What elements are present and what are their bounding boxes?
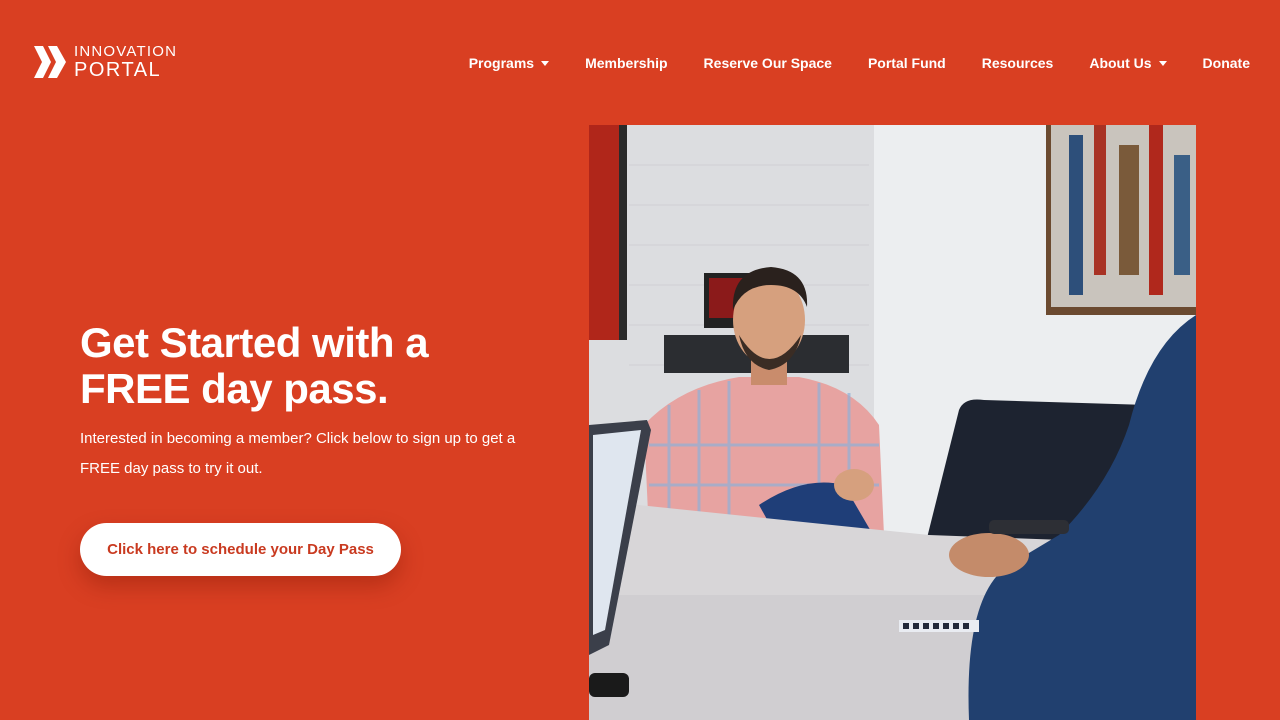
nav-item-reserve-our-space[interactable]: Reserve Our Space [704,55,832,71]
hero-subtitle: Interested in becoming a member? Click b… [80,430,516,477]
logo-line-innovation: INNOVATION [74,43,178,60]
nav-label-membership: Membership [585,55,668,71]
logo-line-portal: PORTAL [74,59,162,81]
nav-item-programs[interactable]: Programs [468,55,550,71]
nav-label-portal-fund: Portal Fund [867,55,946,71]
hero-title-line2: FREE day pass. [80,365,389,412]
main-nav: Programs Membership Reserve Our Space Po… [469,55,1250,71]
nav-item-resources[interactable]: Resources [982,55,1054,71]
schedule-day-pass-button[interactable]: Click here to schedule your Day Pass [80,523,401,576]
chevron-down-icon [1158,60,1167,66]
hero-title: Get Started with a FREE day pass. [80,320,500,412]
chevron-down-icon [541,60,550,66]
double-chevron-logo-icon [34,46,66,78]
nav-label-donate: Donate [1202,55,1250,71]
nav-item-portal-fund[interactable]: Portal Fund [868,55,946,71]
nav-label-reserve-our-space: Reserve Our Space [703,55,832,71]
nav-item-donate[interactable]: Donate [1203,55,1250,71]
hero-title-line1: Get Started with a [80,319,429,366]
nav-label-programs: Programs [468,55,535,71]
nav-label-about-us: About Us [1089,55,1152,71]
nav-item-about-us[interactable]: About Us [1089,55,1167,71]
logo-text: INNOVATION PORTAL [74,44,177,80]
nav-label-resources: Resources [981,55,1054,71]
nav-item-membership[interactable]: Membership [585,55,667,71]
site-logo[interactable]: INNOVATION PORTAL [34,44,177,80]
hero-photo [589,125,1196,720]
